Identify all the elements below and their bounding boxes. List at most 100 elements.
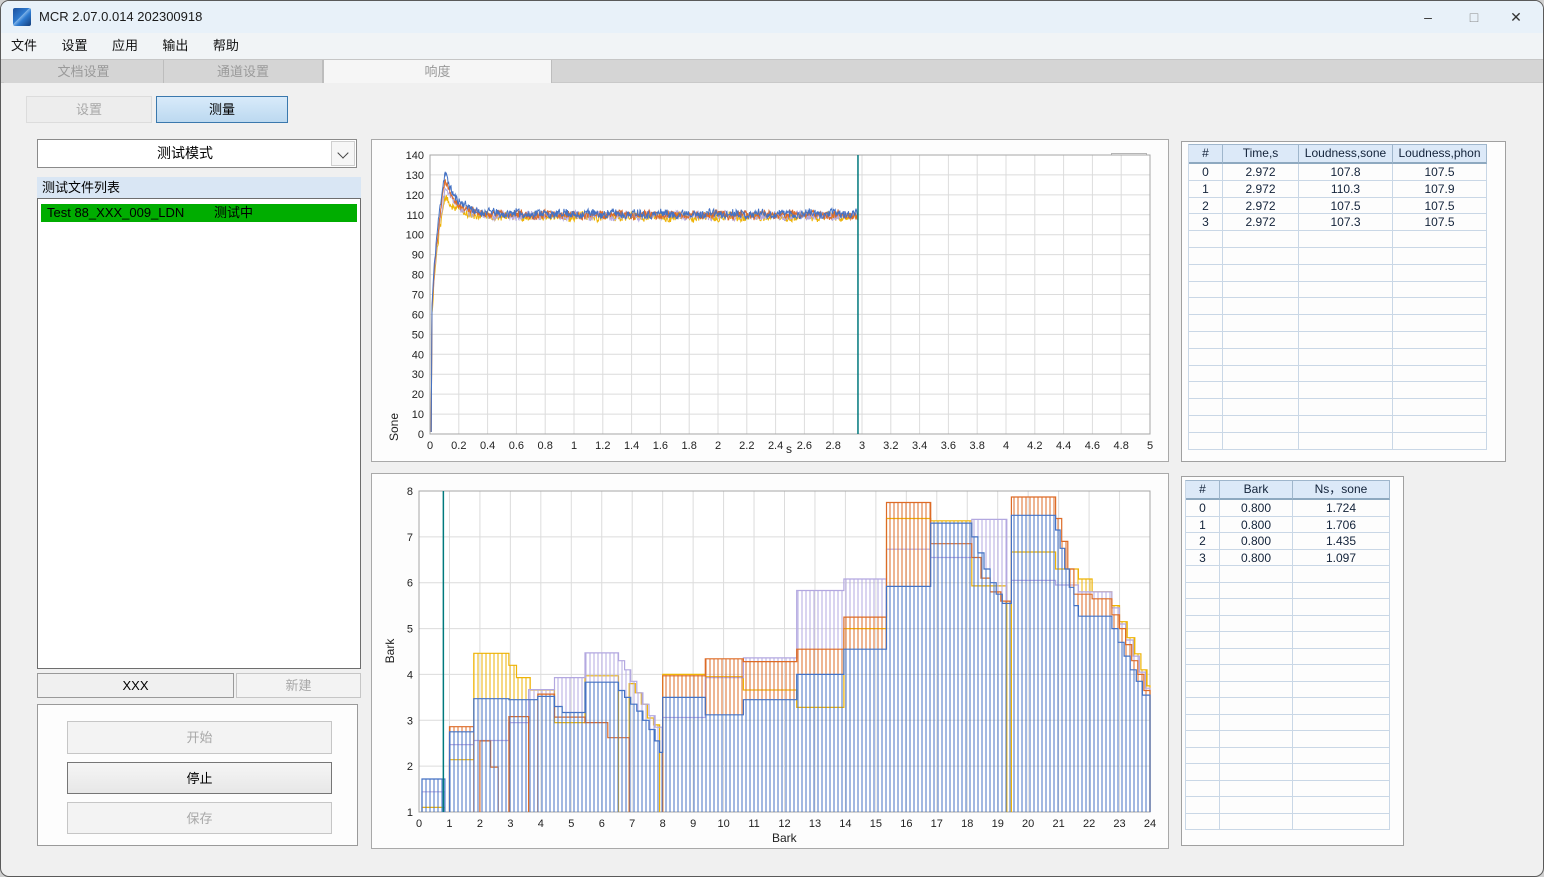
table-cell bbox=[1186, 615, 1220, 632]
close-button[interactable]: ✕ bbox=[1493, 1, 1539, 33]
test-mode-select[interactable]: 测试模式 bbox=[37, 139, 357, 168]
table-cell bbox=[1220, 665, 1293, 682]
table-row[interactable]: 3 0.800 1.097 bbox=[1186, 549, 1390, 566]
table-row[interactable]: 0 2.972 107.8 107.5 bbox=[1189, 164, 1487, 181]
menu-apply[interactable]: 应用 bbox=[102, 33, 148, 59]
loudness-time-chart[interactable]: 0 0.2 0.4 0.6 0.8 1 1.2 1.4 1.6 1.8 2 2.2 2.4 2.6 2.8 3… bbox=[372, 140, 1170, 463]
svg-text:6: 6 bbox=[407, 578, 413, 590]
maximize-button[interactable]: □ bbox=[1451, 1, 1497, 33]
tab-document-settings[interactable]: 文档设置 bbox=[4, 60, 164, 83]
table-cell bbox=[1393, 247, 1487, 265]
column-header: # bbox=[1186, 481, 1220, 500]
table-cell bbox=[1223, 315, 1299, 332]
table-cell bbox=[1299, 415, 1393, 433]
svg-text:5: 5 bbox=[407, 624, 413, 636]
table-cell: 107.5 bbox=[1299, 197, 1393, 215]
menu-file[interactable]: 文件 bbox=[1, 33, 47, 59]
app-logo-icon bbox=[13, 8, 31, 26]
start-button[interactable]: 开始 bbox=[67, 721, 332, 754]
table-cell: 0 bbox=[1189, 164, 1223, 181]
table-cell: 2 bbox=[1186, 533, 1220, 550]
svg-text:60: 60 bbox=[412, 309, 424, 321]
svg-text:22: 22 bbox=[1083, 818, 1095, 830]
save-button[interactable]: 保存 bbox=[67, 802, 332, 834]
table-cell bbox=[1189, 331, 1223, 349]
titlebar: MCR 2.07.0.014 202300918 – □ ✕ bbox=[1, 1, 1543, 33]
table-row-empty bbox=[1186, 648, 1390, 665]
table-cell bbox=[1293, 731, 1390, 748]
table-cell bbox=[1393, 365, 1487, 383]
table-row-empty bbox=[1189, 315, 1487, 332]
table-row[interactable]: 0 0.800 1.724 bbox=[1186, 500, 1390, 517]
table-cell: 0 bbox=[1186, 500, 1220, 517]
tab-loudness[interactable]: 响度 bbox=[323, 60, 552, 83]
table-cell bbox=[1223, 298, 1299, 316]
table-row[interactable]: 3 2.972 107.3 107.5 bbox=[1189, 214, 1487, 232]
menu-help[interactable]: 帮助 bbox=[203, 33, 249, 59]
table-cell bbox=[1186, 665, 1220, 682]
svg-text:17: 17 bbox=[931, 818, 943, 830]
table-row[interactable]: 2 0.800 1.435 bbox=[1186, 533, 1390, 550]
table-row[interactable]: 1 0.800 1.706 bbox=[1186, 516, 1390, 533]
table-cell: 1 bbox=[1189, 180, 1223, 198]
table-cell bbox=[1186, 698, 1220, 715]
table-cell bbox=[1186, 780, 1220, 797]
table-cell bbox=[1189, 382, 1223, 400]
table-cell bbox=[1393, 331, 1487, 349]
combo-dropdown-button[interactable] bbox=[331, 141, 355, 166]
menu-output[interactable]: 输出 bbox=[152, 33, 198, 59]
svg-text:8: 8 bbox=[407, 486, 413, 498]
table-cell: 1.435 bbox=[1293, 533, 1390, 550]
test-file-list[interactable]: Test 88_XXX_009_LDN 测试中 bbox=[37, 198, 361, 669]
table-cell bbox=[1223, 331, 1299, 349]
bark-chart[interactable]: 0 1 2 3 4 5 6 7 8 9 10 11 12 13 14 15 16 17 18 19 20 21 22 23 24… bbox=[372, 474, 1170, 850]
table-cell bbox=[1220, 780, 1293, 797]
table-cell: 0.800 bbox=[1220, 516, 1293, 533]
table-cell: 3 bbox=[1186, 549, 1220, 566]
subtab-settings[interactable]: 设置 bbox=[26, 96, 152, 123]
tab-channel-settings[interactable]: 通道设置 bbox=[164, 60, 323, 83]
table-row[interactable]: 1 2.972 110.3 107.9 bbox=[1189, 180, 1487, 198]
table-cell bbox=[1186, 797, 1220, 814]
loudness-table-panel: # Time,s Loudness,sone Loudness,phon 0 2.972 1… bbox=[1181, 141, 1506, 462]
table-cell: 1.724 bbox=[1293, 500, 1390, 517]
table-cell bbox=[1223, 264, 1299, 282]
xxx-button[interactable]: XXX bbox=[37, 673, 234, 698]
stop-button[interactable]: 停止 bbox=[67, 762, 332, 794]
table-cell: 0.800 bbox=[1220, 533, 1293, 550]
table-cell: 0.800 bbox=[1220, 500, 1293, 517]
subtab-measure[interactable]: 测量 bbox=[156, 96, 288, 123]
table-cell bbox=[1186, 681, 1220, 698]
table-cell bbox=[1223, 432, 1299, 450]
svg-text:9: 9 bbox=[690, 818, 696, 830]
table-cell bbox=[1220, 698, 1293, 715]
svg-text:4.4: 4.4 bbox=[1056, 440, 1071, 452]
table-row-empty bbox=[1186, 698, 1390, 715]
table-cell bbox=[1393, 281, 1487, 299]
table-row[interactable]: 2 2.972 107.5 107.5 bbox=[1189, 197, 1487, 215]
svg-text:3: 3 bbox=[859, 440, 865, 452]
svg-text:1.8: 1.8 bbox=[682, 440, 697, 452]
svg-text:1.2: 1.2 bbox=[595, 440, 610, 452]
table-header-row: # Time,s Loudness,sone Loudness,phon bbox=[1189, 145, 1487, 164]
test-file-status: 测试中 bbox=[213, 205, 253, 220]
svg-text:2: 2 bbox=[407, 761, 413, 773]
svg-text:20: 20 bbox=[1022, 818, 1034, 830]
table-cell bbox=[1293, 681, 1390, 698]
table-cell bbox=[1220, 813, 1293, 830]
table-cell bbox=[1293, 698, 1390, 715]
table-row-empty bbox=[1189, 382, 1487, 400]
minimize-button[interactable]: – bbox=[1405, 1, 1451, 33]
table-cell bbox=[1299, 382, 1393, 400]
new-button[interactable]: 新建 bbox=[236, 673, 361, 698]
table-cell bbox=[1186, 648, 1220, 665]
svg-text:13: 13 bbox=[809, 818, 821, 830]
svg-text:10: 10 bbox=[412, 409, 424, 421]
column-header: Ns，sone bbox=[1293, 481, 1390, 500]
table-cell bbox=[1299, 281, 1393, 299]
list-item-test-file[interactable]: Test 88_XXX_009_LDN 测试中 bbox=[41, 204, 357, 222]
svg-text:0.8: 0.8 bbox=[538, 440, 553, 452]
svg-text:3: 3 bbox=[407, 715, 413, 727]
menu-settings[interactable]: 设置 bbox=[51, 33, 97, 59]
table-cell bbox=[1186, 599, 1220, 616]
